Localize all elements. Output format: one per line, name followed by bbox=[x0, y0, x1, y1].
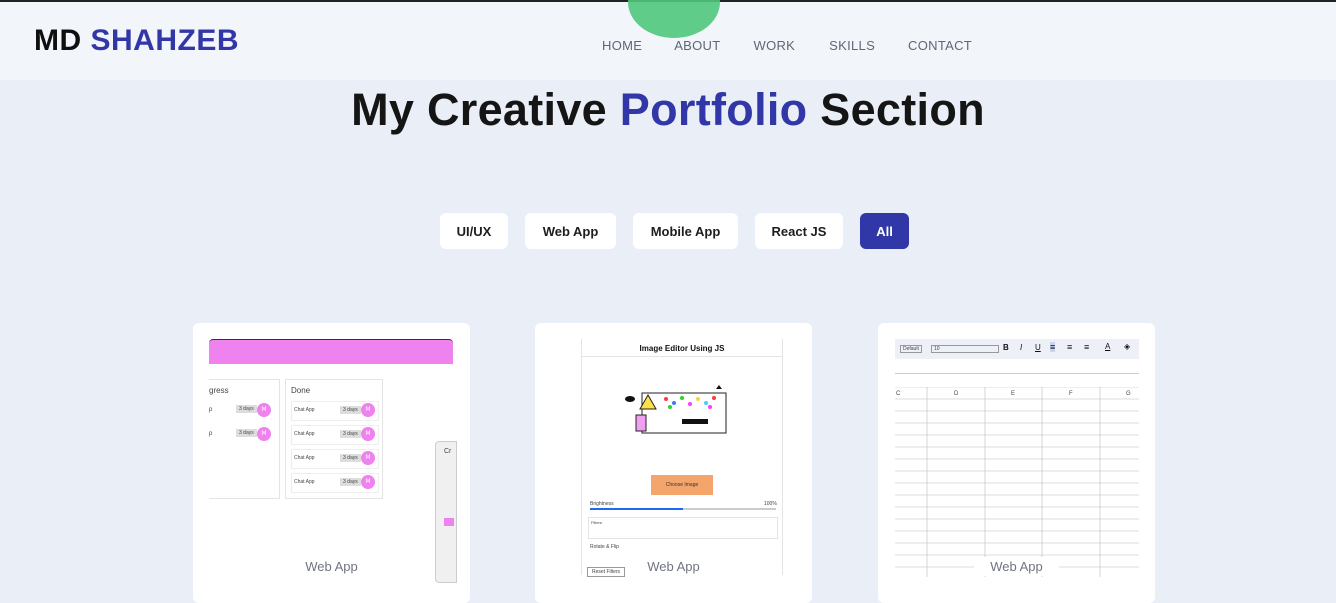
avatar: M bbox=[361, 427, 375, 441]
task-badge: 3 days bbox=[236, 405, 257, 413]
title-highlight: Portfolio bbox=[619, 84, 808, 135]
filter-mobileapp-button[interactable]: Mobile App bbox=[633, 213, 738, 249]
rotate-label: Rotate & Flip bbox=[590, 544, 619, 550]
kanban-column-progress: gress p 3 days M p 3 days M bbox=[209, 379, 280, 499]
avatar: M bbox=[257, 427, 271, 441]
page-title: My Creative Portfolio Section bbox=[0, 84, 1336, 136]
main-nav: HOME ABOUT WORK SKILLS CONTACT bbox=[602, 38, 972, 53]
editor-title: Image Editor Using JS bbox=[639, 344, 725, 353]
kanban-header-bar bbox=[209, 339, 453, 364]
size-input: 10 bbox=[931, 345, 999, 353]
portfolio-card-1[interactable]: gress p 3 days M p 3 days M Done Chat Ap… bbox=[193, 323, 470, 603]
card-2-category: Web App bbox=[647, 559, 700, 574]
sheet-toolbar: Default 10 B I U ≡ ≡ ≡ A ◈ bbox=[895, 339, 1139, 359]
brightness-value: 100% bbox=[764, 501, 777, 507]
task-badge: 3 days bbox=[340, 454, 361, 462]
kanban-column-done: Done Chat App 3 days M Chat App 3 days M Chat … bbox=[285, 379, 383, 499]
avatar: M bbox=[361, 403, 375, 417]
avatar: M bbox=[257, 403, 271, 417]
brightness-slider bbox=[590, 508, 776, 510]
title-part1: My Creative bbox=[351, 84, 607, 135]
nav-home[interactable]: HOME bbox=[602, 38, 642, 53]
portfolio-card-3[interactable]: Default 10 B I U ≡ ≡ ≡ A ◈ C D E F G Web… bbox=[878, 323, 1155, 603]
task-row: Chat App 3 days M bbox=[291, 425, 379, 445]
card-3-thumbnail: Default 10 B I U ≡ ≡ ≡ A ◈ C D E F G bbox=[895, 339, 1139, 577]
nav-work[interactable]: WORK bbox=[754, 38, 796, 53]
filters-panel: Filters bbox=[588, 517, 778, 539]
font-select: Default bbox=[900, 345, 922, 353]
site-header: MD SHAHZEB HOME ABOUT WORK SKILLS CONTAC… bbox=[0, 0, 1336, 80]
avatar: M bbox=[361, 475, 375, 489]
logo-first: MD bbox=[34, 24, 82, 57]
filter-webapp-button[interactable]: Web App bbox=[525, 213, 616, 249]
brightness-label: Brightness bbox=[590, 501, 614, 507]
card-2-thumbnail: Image Editor Using JS Choose Image Brigh… bbox=[581, 339, 783, 577]
filter-uiux-button[interactable]: UI/UX bbox=[440, 213, 508, 249]
decorative-blob bbox=[628, 0, 720, 38]
column-progress-header: gress bbox=[209, 386, 229, 395]
task-badge: 3 days bbox=[340, 406, 361, 414]
task-badge: 3 days bbox=[340, 430, 361, 438]
card-3-category: Web App bbox=[878, 557, 1155, 576]
nav-skills[interactable]: SKILLS bbox=[829, 38, 875, 53]
task-row: Chat App 3 days M bbox=[291, 449, 379, 469]
card-1-thumbnail: gress p 3 days M p 3 days M Done Chat Ap… bbox=[209, 339, 457, 583]
nav-contact[interactable]: CONTACT bbox=[908, 38, 972, 53]
task-badge: 3 days bbox=[340, 478, 361, 486]
sheet-grid bbox=[895, 387, 1139, 577]
task-row: Chat App 3 days M bbox=[291, 473, 379, 493]
card-1-category: Web App bbox=[305, 559, 358, 574]
choose-image-button: Choose Image bbox=[651, 475, 713, 495]
column-done-header: Done bbox=[291, 386, 311, 395]
editor-preview-image bbox=[625, 385, 727, 434]
task-row: Chat App 3 days M bbox=[291, 401, 379, 421]
site-logo[interactable]: MD SHAHZEB bbox=[34, 24, 239, 58]
title-part2: Section bbox=[820, 84, 985, 135]
task-name: Chat App bbox=[294, 407, 315, 413]
task-badge: 3 days bbox=[236, 429, 257, 437]
filter-all-button[interactable]: All bbox=[860, 213, 909, 249]
filter-reactjs-button[interactable]: React JS bbox=[755, 213, 843, 249]
logo-second: SHAHZEB bbox=[90, 24, 240, 57]
portfolio-card-2[interactable]: Image Editor Using JS Choose Image Brigh… bbox=[535, 323, 812, 603]
task-name: Chat App bbox=[294, 455, 315, 461]
nav-about[interactable]: ABOUT bbox=[674, 38, 720, 53]
filter-bar: UI/UX Web App Mobile App React JS All bbox=[440, 213, 926, 249]
task-name: Chat App bbox=[294, 431, 315, 437]
task-name: Chat App bbox=[294, 479, 315, 485]
avatar: M bbox=[361, 451, 375, 465]
